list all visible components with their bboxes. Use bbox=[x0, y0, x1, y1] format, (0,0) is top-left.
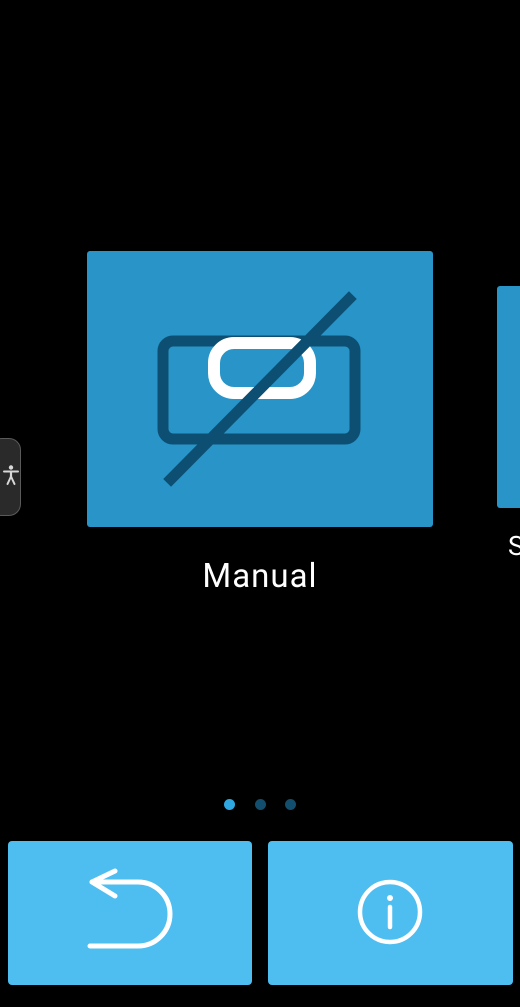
mode-card-label: Manual bbox=[202, 557, 318, 596]
info-button[interactable] bbox=[268, 841, 513, 985]
page-dot bbox=[254, 798, 266, 810]
accessibility-person-icon bbox=[2, 464, 20, 490]
page-dot-active bbox=[224, 798, 235, 810]
mode-select-screen: Manual S bbox=[0, 0, 520, 1007]
display-off-icon bbox=[157, 291, 361, 487]
page-dot bbox=[285, 798, 296, 810]
mode-card-next-label: S bbox=[508, 530, 520, 562]
mode-card-next[interactable] bbox=[497, 286, 520, 508]
accessibility-button[interactable] bbox=[0, 438, 21, 516]
mode-card-manual[interactable] bbox=[87, 251, 433, 527]
back-button[interactable] bbox=[8, 841, 252, 985]
info-circle-icon bbox=[357, 879, 423, 945]
undo-arrow-icon bbox=[87, 868, 173, 949]
page-indicator bbox=[224, 797, 296, 811]
